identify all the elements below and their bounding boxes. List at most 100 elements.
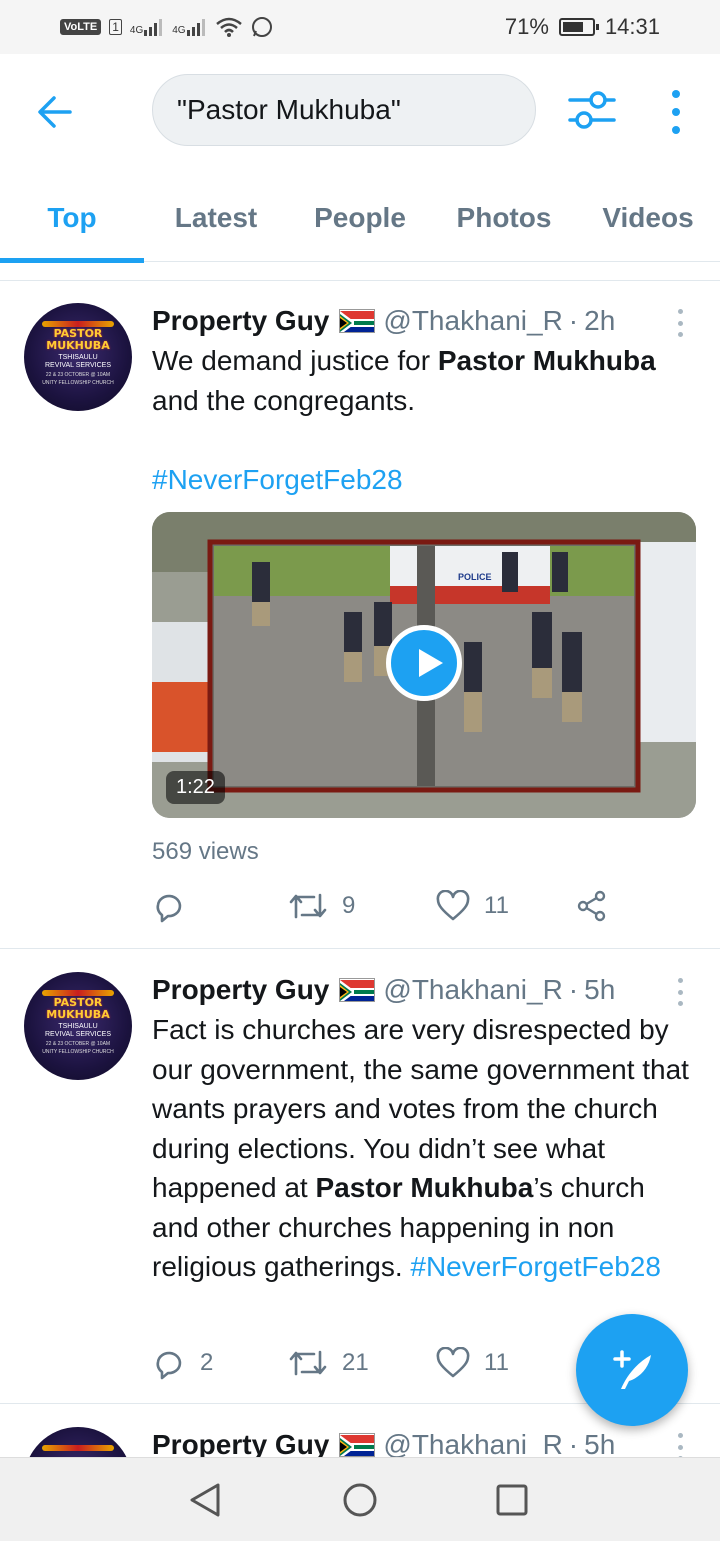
like-count: 11: [484, 1349, 509, 1376]
south-africa-flag-icon: [339, 978, 376, 1002]
retweet-icon: [289, 1350, 327, 1376]
author-handle[interactable]: @Thakhani_R: [383, 305, 562, 337]
sliders-icon: [568, 91, 616, 129]
search-header: "Pastor Mukhuba": [0, 54, 720, 174]
triangle-back-icon: [190, 1483, 220, 1517]
volte-badge: VoLTE: [60, 19, 102, 35]
author-handle[interactable]: @Thakhani_R: [383, 974, 562, 1006]
avatar-title: PASTOR MUKHUBA: [46, 996, 110, 1021]
tab-videos[interactable]: Videos: [576, 174, 720, 262]
tab-top[interactable]: Top: [0, 174, 144, 263]
more-options-button[interactable]: [664, 90, 688, 134]
search-tabs: Top Latest People Photos Videos: [0, 174, 720, 263]
filter-button[interactable]: [568, 88, 616, 132]
avatar-date: 22 & 23 OCTOBER @ 10AM: [45, 372, 111, 378]
tweet-actions: 9 11: [152, 889, 608, 923]
avatar-banner: [42, 1445, 114, 1451]
status-right: 71% 14:31: [505, 14, 660, 40]
south-africa-flag-icon: [339, 1433, 376, 1457]
retweet-button[interactable]: 9: [288, 891, 436, 921]
system-nav-bar: [0, 1457, 720, 1541]
hashtag-link[interactable]: #NeverForgetFeb28: [152, 460, 697, 500]
tweet-menu-button[interactable]: [676, 1433, 684, 1457]
battery-percent: 71%: [504, 14, 549, 39]
heart-icon: [436, 890, 470, 921]
compose-tweet-button[interactable]: [576, 1314, 688, 1426]
view-count: 569 views: [152, 838, 259, 865]
tweet-header: Property Guy @Thakhani_R · 5h: [152, 1429, 615, 1457]
hashtag-link[interactable]: #NeverForgetFeb28: [410, 1251, 661, 1282]
more-vertical-icon-dot: [672, 108, 680, 116]
more-vertical-icon: [672, 90, 680, 98]
tweet-menu-button[interactable]: [676, 978, 684, 1006]
wifi-icon: [215, 17, 242, 37]
like-button[interactable]: 11: [436, 1347, 576, 1379]
tweet-time: 5h: [584, 974, 616, 1005]
video-player[interactable]: POLICE 1:22: [152, 512, 696, 818]
tweet-menu-button[interactable]: [676, 309, 684, 337]
status-left: VoLTE 1 4G 4G: [60, 16, 273, 38]
tweet-card[interactable]: PASTOR MUKHUBA TSHISAULU REVIVAL SERVICES …: [0, 281, 720, 949]
avatar[interactable]: PASTOR MUKHUBA TSHISAULU REVIVAL SERVICES …: [24, 303, 132, 411]
tweet-actions: 2 21 11: [152, 1346, 576, 1380]
reply-count: 2: [200, 1349, 214, 1376]
tweet-header: Property Guy @Thakhani_R · 2h: [152, 305, 615, 337]
sim-slot: 1: [109, 19, 122, 35]
tweet-time: 5h: [584, 1429, 616, 1457]
clock: 14:31: [604, 14, 660, 39]
video-duration: 1:22: [166, 771, 225, 804]
avatar-date: 22 & 23 OCTOBER @ 10AM: [45, 1041, 111, 1047]
search-input[interactable]: "Pastor Mukhuba": [152, 74, 536, 146]
tweet-time: 2h: [584, 305, 616, 336]
tweet-text-bold: Pastor Mukhuba: [315, 1172, 534, 1203]
status-bar: VoLTE 1 4G 4G 71% 14:31: [0, 0, 720, 54]
reply-button[interactable]: 2: [152, 1346, 288, 1380]
avatar-church: UNITY FELLOWSHIP CHURCH: [42, 380, 114, 386]
police-label: POLICE: [458, 572, 492, 582]
tweet-text-part: and the congregants.: [152, 384, 416, 416]
reply-icon: [156, 1351, 182, 1380]
back-button[interactable]: [36, 92, 76, 132]
avatar-subtitle: TSHISAULU REVIVAL SERVICES: [44, 354, 111, 369]
retweet-count: 9: [342, 892, 356, 919]
more-vertical-icon: [677, 309, 683, 314]
circle-home-icon: [343, 1483, 377, 1517]
avatar-banner: [42, 321, 114, 327]
author-handle[interactable]: @Thakhani_R: [383, 1429, 562, 1457]
south-africa-flag-icon: [339, 309, 376, 333]
time-separator: ·: [568, 974, 579, 1005]
square-recents-icon: [496, 1484, 528, 1516]
like-button[interactable]: 11: [436, 890, 576, 922]
signal-1: 4G: [130, 18, 164, 36]
retweet-count: 21: [342, 1349, 369, 1376]
nav-home-button[interactable]: [342, 1482, 378, 1523]
signal-2-label: 4G: [172, 25, 186, 36]
author-name[interactable]: Property Guy: [152, 305, 329, 337]
reply-button[interactable]: [152, 889, 288, 923]
tweet-text: We demand justice for Pastor Mukhuba and…: [152, 341, 697, 420]
heart-icon: [436, 1347, 470, 1378]
tab-latest[interactable]: Latest: [144, 174, 288, 262]
avatar[interactable]: PASTOR MUKHUBA TSHISAULU REVIVAL SERVICES …: [24, 972, 132, 1080]
battery-fill: [562, 22, 583, 32]
play-button[interactable]: [386, 625, 462, 701]
avatar[interactable]: PASTORMUKHUBA: [24, 1427, 132, 1457]
signal-bars-icon: [186, 19, 205, 36]
tab-photos[interactable]: Photos: [432, 174, 576, 262]
nav-recents-button[interactable]: [496, 1484, 528, 1521]
retweet-button[interactable]: 21: [288, 1348, 436, 1378]
author-name[interactable]: Property Guy: [152, 1429, 329, 1457]
tab-people[interactable]: People: [288, 174, 432, 262]
author-name[interactable]: Property Guy: [152, 974, 329, 1006]
tweet-header: Property Guy @Thakhani_R · 5h: [152, 974, 615, 1006]
more-vertical-icon-dot: [672, 126, 680, 134]
share-button[interactable]: [576, 890, 608, 922]
signal-bars-icon: [144, 19, 163, 36]
nav-back-button[interactable]: [188, 1482, 222, 1523]
signal-2: 4G: [172, 18, 206, 36]
avatar-church: UNITY FELLOWSHIP CHURCH: [42, 1049, 114, 1055]
whatsapp-icon: [251, 17, 272, 37]
share-icon: [577, 890, 606, 922]
time-separator: ·: [568, 1429, 579, 1457]
arrow-left-icon: [38, 96, 72, 128]
